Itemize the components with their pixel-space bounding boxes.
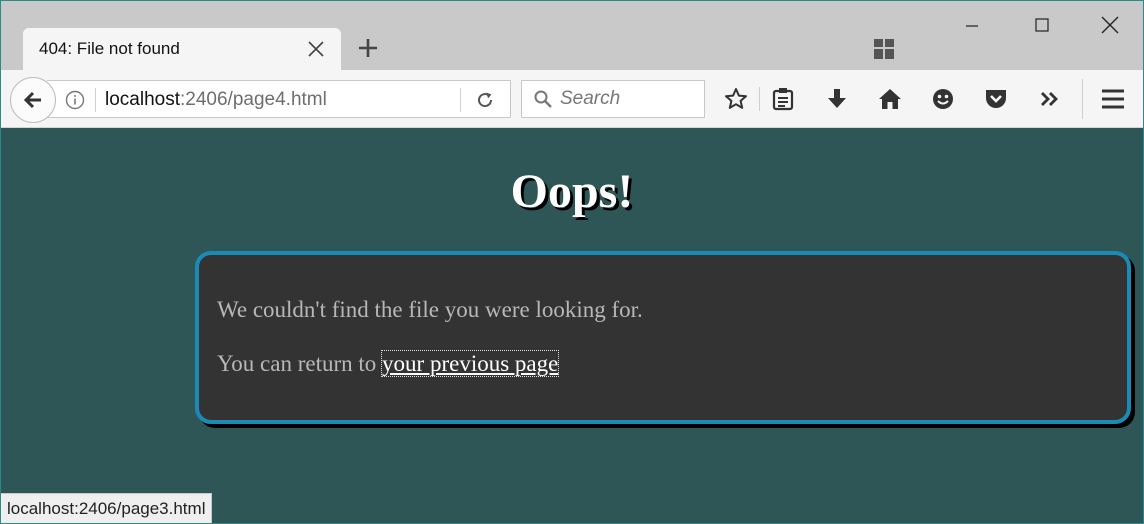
window-close-icon[interactable] [1095, 11, 1125, 41]
arrow-left-icon [23, 91, 41, 109]
toolbar-separator [1082, 79, 1083, 119]
page-content: Oops! We couldn't find the file you were… [1, 128, 1143, 523]
url-divider [95, 88, 96, 112]
navigation-toolbar: localhost:2406/page4.html [1, 70, 1143, 128]
tab-title: 404: File not found [39, 39, 180, 58]
tab-active[interactable]: 404: File not found [23, 28, 341, 70]
close-icon[interactable] [305, 38, 327, 60]
previous-page-link[interactable]: your previous page [381, 350, 560, 377]
url-text[interactable]: localhost:2406/page4.html [105, 89, 327, 111]
message-box: We couldn't find the file you were looki… [195, 251, 1131, 424]
status-bar: localhost:2406/page3.html [1, 493, 213, 523]
url-bar[interactable]: localhost:2406/page4.html [47, 80, 511, 118]
magnifier-icon [534, 90, 552, 108]
plus-icon[interactable] [355, 35, 381, 61]
message-text: We couldn't find the file you were looki… [217, 297, 643, 322]
return-message: You can return to your previous page [217, 350, 560, 377]
minimize-icon[interactable] [957, 11, 987, 41]
chevron-double-right-icon[interactable] [1037, 86, 1063, 112]
home-icon[interactable] [877, 86, 903, 112]
hamburger-icon[interactable] [1100, 86, 1126, 112]
url-host: localhost [105, 89, 180, 110]
clipboard-icon[interactable] [770, 86, 796, 112]
maximize-icon[interactable] [1027, 11, 1057, 41]
star-icon[interactable] [723, 86, 749, 112]
page-title: Oops! [510, 165, 634, 218]
toolbar-separator [759, 87, 760, 111]
tab-strip: 404: File not found [1, 1, 1143, 70]
search-bar[interactable] [521, 80, 705, 118]
return-prefix: You can return to [217, 351, 383, 376]
pocket-icon[interactable] [983, 86, 1009, 112]
url-divider [460, 88, 461, 112]
tiles-icon[interactable] [873, 38, 895, 60]
browser-window: 404: File not found localhost:2406/page4… [0, 0, 1144, 524]
info-icon[interactable] [65, 90, 85, 110]
reload-icon[interactable] [475, 90, 495, 110]
back-button[interactable] [10, 77, 56, 123]
download-icon[interactable] [824, 86, 850, 112]
url-path: :2406/page4.html [180, 89, 327, 110]
search-input[interactable] [560, 81, 700, 117]
smiley-icon[interactable] [930, 86, 956, 112]
